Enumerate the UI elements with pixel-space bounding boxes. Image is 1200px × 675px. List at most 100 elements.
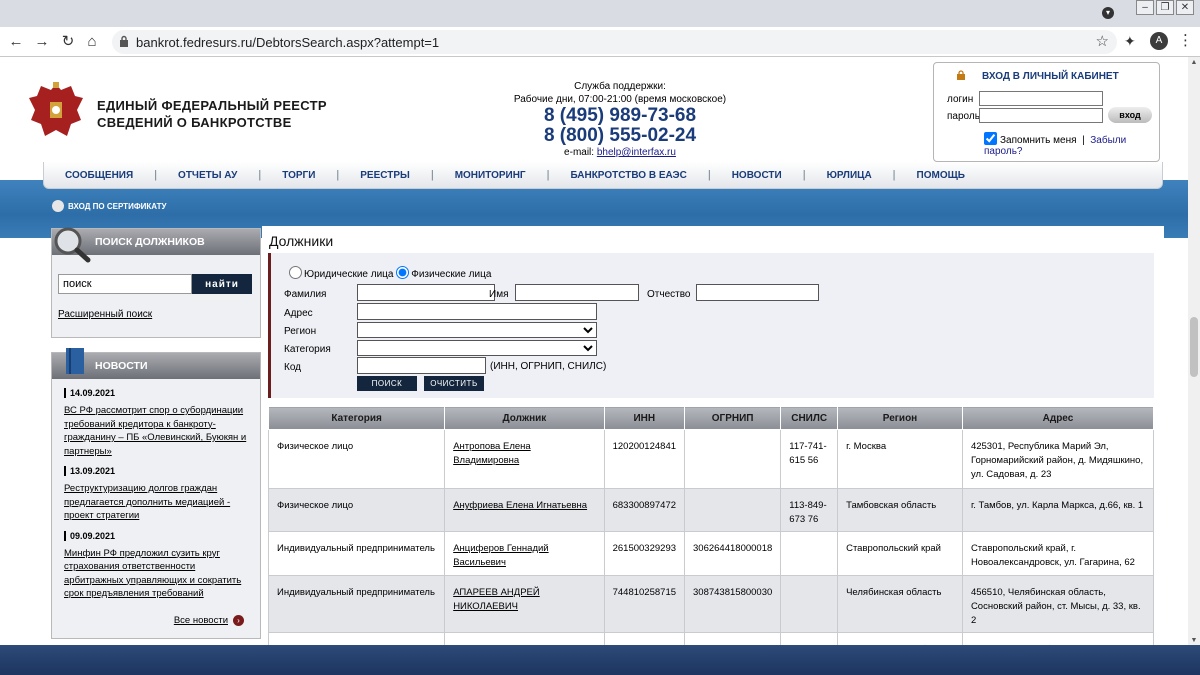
all-news-link[interactable]: Все новости › <box>174 615 244 626</box>
support-info: Служба поддержки: Рабочие дни, 07:00-21:… <box>510 80 730 159</box>
patronymic-label: Отчество <box>647 289 691 300</box>
address-bar[interactable]: bankrot.fedresurs.ru/DebtorsSearch.aspx?… <box>112 30 1117 54</box>
scroll-up-icon[interactable]: ▲ <box>1188 57 1200 69</box>
cell-inn: 261500329293 <box>603 531 686 576</box>
nav-legal-entities[interactable]: ЮРЛИЦА <box>806 170 893 181</box>
book-icon <box>66 348 84 374</box>
code-label: Код <box>284 362 302 373</box>
region-select[interactable] <box>357 322 597 338</box>
debtor-name-link[interactable]: Ануфриева Елена Игнатьевна <box>444 488 605 532</box>
nav-messages[interactable]: СООБЩЕНИЯ <box>44 170 154 181</box>
news-date: 13.09.2021 <box>64 466 252 476</box>
category-label: Категория <box>284 344 331 355</box>
cell-category: Индивидуальный предприниматель <box>267 575 446 633</box>
filter-clear-button[interactable]: ОЧИСТИТЬ <box>424 376 484 391</box>
table-row: Физическое лицо Ануфриева Елена Игнатьев… <box>267 488 1155 532</box>
page-scrollbar[interactable]: ▲ ▼ <box>1188 57 1200 647</box>
page-title: Должники <box>269 233 334 249</box>
news-link[interactable]: Реструктуризацию долгов граждан предлага… <box>64 482 252 523</box>
region-label: Регион <box>284 326 317 337</box>
col-inn: ИНН <box>603 406 686 430</box>
back-icon[interactable]: ← <box>6 32 26 52</box>
debtor-filter-form: Юридические лица Физические лица Фамилия… <box>268 253 1154 398</box>
extensions-icon[interactable]: ✦ <box>1124 33 1136 50</box>
radio-legal-entities[interactable] <box>289 266 302 279</box>
login-label: логин <box>947 94 974 105</box>
debtor-search-input[interactable] <box>58 274 192 294</box>
filter-search-button[interactable]: ПОИСК <box>357 376 417 391</box>
password-label: пароль <box>947 111 980 122</box>
surname-input[interactable] <box>357 284 495 301</box>
debtor-name-link[interactable]: АПАРЕЕВ АНДРЕЙ НИКОЛАЕВИЧ <box>444 575 605 633</box>
cell-snils: 117-741-615 56 <box>780 429 839 489</box>
advanced-search-link[interactable]: Расширенный поиск <box>58 309 152 320</box>
radio-individuals[interactable] <box>396 266 410 279</box>
news-header: НОВОСТИ <box>52 348 260 379</box>
cell-category: Физическое лицо <box>267 429 446 489</box>
coat-of-arms-logo[interactable] <box>27 80 85 142</box>
cell-inn: 120200124841 <box>603 429 686 489</box>
cell-category: Физическое лицо <box>267 488 446 532</box>
col-address: Адрес <box>961 406 1155 430</box>
table-header-row: Категория Должник ИНН ОГРНИП СНИЛС Регио… <box>267 406 1155 430</box>
tab-search-icon[interactable]: ▾ <box>1102 7 1114 19</box>
name-input[interactable] <box>515 284 639 301</box>
forward-icon[interactable]: → <box>32 32 52 52</box>
cell-region: Ставропольский край <box>837 531 963 576</box>
col-debtor: Должник <box>444 406 605 430</box>
cell-ogrnip <box>684 429 782 489</box>
profile-avatar[interactable]: A <box>1150 32 1168 50</box>
debtor-search-button[interactable]: найти <box>192 274 252 294</box>
login-input[interactable] <box>979 91 1103 106</box>
nav-registries[interactable]: РЕЕСТРЫ <box>339 170 431 181</box>
site-title[interactable]: ЕДИНЫЙ ФЕДЕРАЛЬНЫЙ РЕЕСТР СВЕДЕНИЙ О БАН… <box>97 97 327 131</box>
debtor-name-link[interactable]: Антропова Елена Владимировна <box>444 429 605 489</box>
main-content: Должники Юридические лица Физические лиц… <box>262 226 1164 675</box>
reload-icon[interactable]: ↻ <box>58 32 78 52</box>
code-hint: (ИНН, ОГРНИП, СНИЛС) <box>490 361 607 372</box>
lock-icon <box>957 70 965 80</box>
table-row: Индивидуальный предприниматель АПАРЕЕВ А… <box>267 575 1155 633</box>
nav-help[interactable]: ПОМОЩЬ <box>896 170 986 181</box>
news-link[interactable]: ВС РФ рассмотрит спор о субординации тре… <box>64 404 252 458</box>
cell-snils <box>780 575 839 633</box>
support-phone-2: 8 (800) 555-02-24 <box>543 125 697 146</box>
login-submit-button[interactable]: вход <box>1108 107 1152 123</box>
news-link[interactable]: Минфин РФ предложил сузить круг страхова… <box>64 547 252 601</box>
debtor-name-link[interactable]: Анциферов Геннадий Васильевич <box>444 531 605 576</box>
bookmark-star-icon[interactable]: ☆ <box>1096 32 1109 50</box>
home-icon[interactable]: ⌂ <box>82 32 102 52</box>
debtor-search-header: ПОИСК ДОЛЖНИКОВ <box>52 227 260 263</box>
address-input[interactable] <box>357 303 597 320</box>
restore-icon[interactable]: ❐ <box>1156 0 1174 15</box>
nav-eaeu-bankruptcy[interactable]: БАНКРОТСТВО В ЕАЭС <box>549 170 707 181</box>
nav-reports[interactable]: ОТЧЕТЫ АУ <box>157 170 258 181</box>
patronymic-input[interactable] <box>696 284 819 301</box>
close-icon[interactable]: ✕ <box>1176 0 1194 15</box>
category-select[interactable] <box>357 340 597 356</box>
cell-address: 456510, Челябинская область, Сосновский … <box>961 575 1155 633</box>
lock-icon[interactable] <box>119 35 129 47</box>
news-date: 14.09.2021 <box>64 388 252 398</box>
support-label: Служба поддержки: <box>574 81 666 92</box>
password-input[interactable] <box>979 108 1103 123</box>
nav-auctions[interactable]: ТОРГИ <box>261 170 336 181</box>
cell-address: 425301, Республика Марий Эл, Горномарийс… <box>961 429 1155 489</box>
cell-category: Индивидуальный предприниматель <box>267 531 446 576</box>
code-input[interactable] <box>357 357 486 374</box>
main-nav: СООБЩЕНИЯ | ОТЧЕТЫ АУ | ТОРГИ | РЕЕСТРЫ | МО… <box>43 162 1163 189</box>
col-category: Категория <box>267 406 446 430</box>
news-box: НОВОСТИ 14.09.2021 ВС РФ рассмотрит спор… <box>51 348 261 639</box>
surname-label: Фамилия <box>284 289 327 300</box>
remember-me-checkbox[interactable] <box>984 132 997 145</box>
browser-menu-icon[interactable]: ⋮ <box>1178 31 1193 49</box>
scrollbar-thumb[interactable] <box>1190 317 1198 377</box>
cell-ogrnip <box>684 488 782 532</box>
nav-monitoring[interactable]: МОНИТОРИНГ <box>434 170 547 181</box>
certificate-login-link[interactable]: ВХОД ПО СЕРТИФИКАТУ <box>52 200 167 212</box>
minimize-icon[interactable]: – <box>1136 0 1154 15</box>
support-email-link[interactable]: bhelp@interfax.ru <box>597 147 676 158</box>
cell-region: Тамбовская область <box>837 488 963 532</box>
nav-news[interactable]: НОВОСТИ <box>711 170 803 181</box>
certificate-icon <box>52 200 64 212</box>
